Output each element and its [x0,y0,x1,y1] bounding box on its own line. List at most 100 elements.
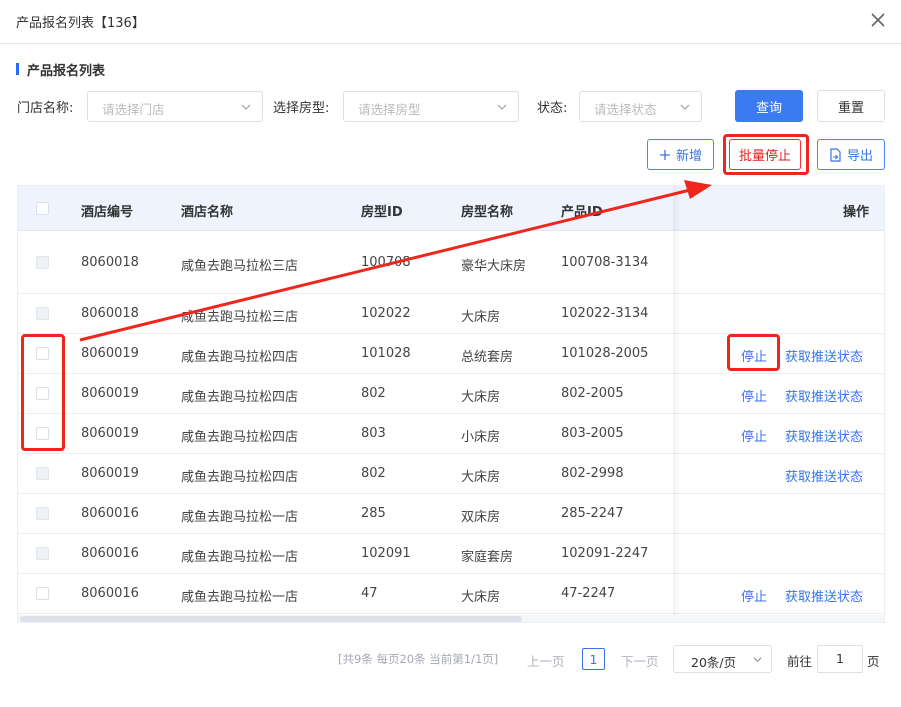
cell-hotel-no: 8060019 [81,466,139,481]
export-icon [829,147,842,162]
cell-product-id: 47-2247 [561,586,616,601]
dialog-header: 产品报名列表【136】 [0,0,901,44]
cell-room-name: 豪华大床房 [461,259,527,274]
cell-hotel-no: 8060019 [81,426,139,441]
chevron-down-icon [753,657,762,663]
section-accent-bar [16,63,19,75]
cell-hotel-name: 咸鱼去跑马拉松四店 [181,470,299,485]
fetch-push-status-link[interactable]: 获取推送状态 [785,386,863,405]
cell-hotel-name: 咸鱼去跑马拉松四店 [181,350,299,365]
row-checkbox[interactable] [36,387,49,400]
select-all-checkbox[interactable] [36,202,49,215]
fixed-column-shadow [673,186,681,616]
cell-hotel-no: 8060018 [81,306,139,321]
cell-room-name: 家庭套房 [461,550,514,565]
fetch-push-status-link[interactable]: 获取推送状态 [785,466,863,485]
cell-room-id: 102091 [361,546,411,561]
next-page-button[interactable]: 下一页 [621,651,659,670]
fetch-push-status-link[interactable]: 获取推送状态 [785,586,863,605]
row-checkbox[interactable] [36,427,49,440]
cell-room-name: 大床房 [461,390,501,405]
cell-product-id: 100708-3134 [561,255,649,270]
scrollbar-thumb[interactable] [20,616,522,622]
table-row: 8060016 咸鱼去跑马拉松一店 47 大床房 47-2247 停止 获取推送状态 [18,574,884,614]
cell-room-name: 大床房 [461,590,501,605]
cell-hotel-name: 咸鱼去跑马拉松四店 [181,430,299,445]
dialog-title: 产品报名列表【136】 [16,16,145,31]
cell-hotel-name: 咸鱼去跑马拉松一店 [181,550,299,565]
section-title-text: 产品报名列表 [27,63,106,79]
store-select[interactable]: 请选择门店 [87,91,263,122]
col-room-name: 房型名称 [461,205,514,220]
chevron-down-icon [497,104,507,110]
cell-hotel-no: 8060016 [81,546,139,561]
page-number-current[interactable]: 1 [582,648,605,670]
cell-room-id: 102022 [361,306,411,321]
row-checkbox [36,467,49,480]
prev-page-button[interactable]: 上一页 [527,651,565,670]
table-header: 酒店编号 酒店名称 房型ID 房型名称 产品ID 操作 [18,186,884,231]
status-filter-label: 状态: [537,101,568,116]
page-size-value: 20条/页 [691,655,737,670]
table-row: 8060019 咸鱼去跑马拉松四店 101028 总统套房 101028-2005 停止获… [18,334,884,374]
cell-hotel-no: 8060019 [81,386,139,401]
cell-room-id: 47 [361,586,378,601]
export-button[interactable]: 导出 [817,139,885,170]
table-row: 8060019 咸鱼去跑马拉松四店 802 大床房 802-2998 获取推送状态 [18,454,884,494]
cell-hotel-name: 咸鱼去跑马拉松三店 [181,310,299,325]
cell-product-id: 285-2247 [561,506,624,521]
col-product-id: 产品ID [561,205,603,220]
row-checkbox[interactable] [36,587,49,600]
table-row: 8060018 咸鱼去跑马拉松三店 102022 大床房 102022-3134 [18,294,884,334]
row-checkbox [36,507,49,520]
row-checkbox[interactable] [36,347,49,360]
chevron-down-icon [241,104,251,110]
cell-room-id: 802 [361,386,386,401]
export-button-label: 导出 [846,149,873,164]
col-room-id: 房型ID [361,205,403,220]
close-icon[interactable] [867,9,889,31]
col-hotel-no: 酒店编号 [81,205,134,220]
product-table: 酒店编号 酒店名称 房型ID 房型名称 产品ID 操作 8060018 咸鱼去跑马… [17,185,885,623]
cell-room-name: 小床房 [461,430,501,445]
cell-room-id: 803 [361,426,386,441]
cell-hotel-name: 咸鱼去跑马拉松四店 [181,390,299,405]
cell-room-name: 双床房 [461,510,501,525]
store-filter-label: 门店名称: [17,101,74,116]
cell-product-id: 102022-3134 [561,306,649,321]
table-row: 8060019 咸鱼去跑马拉松四店 802 大床房 802-2005 停止 获取推送状态 [18,374,884,414]
fetch-push-status-link[interactable]: 获取推送状态 [785,426,863,445]
stop-link[interactable]: 停止 [741,426,767,445]
table-row: 8060016 咸鱼去跑马拉松一店 102091 家庭套房 102091-2247 [18,534,884,574]
stop-link[interactable]: 停止 [741,386,767,405]
cell-room-id: 101028 [361,346,411,361]
query-button[interactable]: 查询 [735,90,803,122]
fetch-push-status-link[interactable]: 获取推送状态 [785,346,863,365]
room-type-select[interactable]: 请选择房型 [343,91,519,122]
page-suffix: 页 [867,654,880,669]
row-checkbox [36,547,49,560]
goto-page-input[interactable]: 1 [817,645,863,673]
cell-product-id: 803-2005 [561,426,624,441]
col-actions: 操作 [843,205,870,220]
cell-room-id: 100708 [361,255,411,270]
reset-button[interactable]: 重置 [817,90,885,122]
cell-hotel-name: 咸鱼去跑马拉松一店 [181,510,299,525]
add-button[interactable]: 新增 [647,139,714,170]
table-row: 8060016 咸鱼去跑马拉松一店 285 双床房 285-2247 [18,494,884,534]
cell-room-id: 802 [361,466,386,481]
status-select[interactable]: 请选择状态 [579,91,702,122]
cell-room-name: 大床房 [461,310,501,325]
cell-product-id: 802-2998 [561,466,624,481]
store-select-placeholder: 请选择门店 [102,102,165,117]
status-select-placeholder: 请选择状态 [594,102,657,117]
cell-hotel-name: 咸鱼去跑马拉松三店 [181,259,299,274]
stop-link[interactable]: 停止 [741,346,767,365]
horizontal-scrollbar[interactable] [18,615,884,622]
stop-link[interactable]: 停止 [741,586,767,605]
page-size-select[interactable]: 20条/页 [673,645,772,673]
batch-stop-button[interactable]: 批量停止 [729,139,801,170]
table-row: 8060019 咸鱼去跑马拉松四店 803 小床房 803-2005 停止 获取推送状态 [18,414,884,454]
pagination-summary: [共9条 每页20条 当前第1/1页] [338,652,499,666]
cell-hotel-no: 8060019 [81,346,139,361]
